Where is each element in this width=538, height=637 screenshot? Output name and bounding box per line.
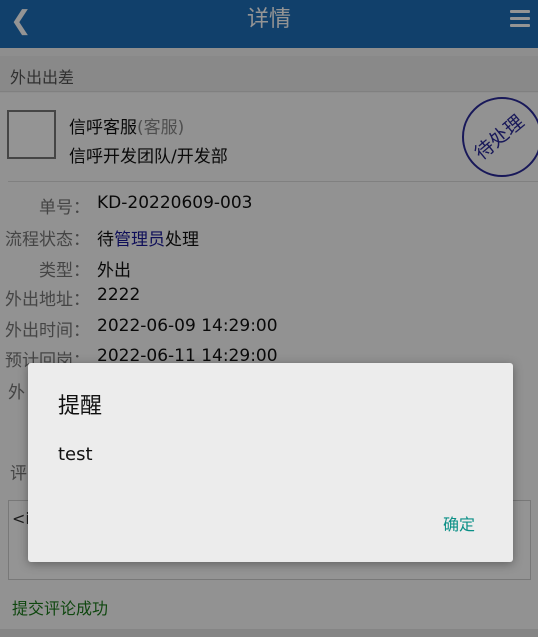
dialog-title: 提醒 [58,394,103,419]
confirm-button[interactable]: 确定 [443,511,475,535]
alert-dialog: 提醒 test 确定 [28,363,513,562]
dialog-message: test [58,444,93,465]
